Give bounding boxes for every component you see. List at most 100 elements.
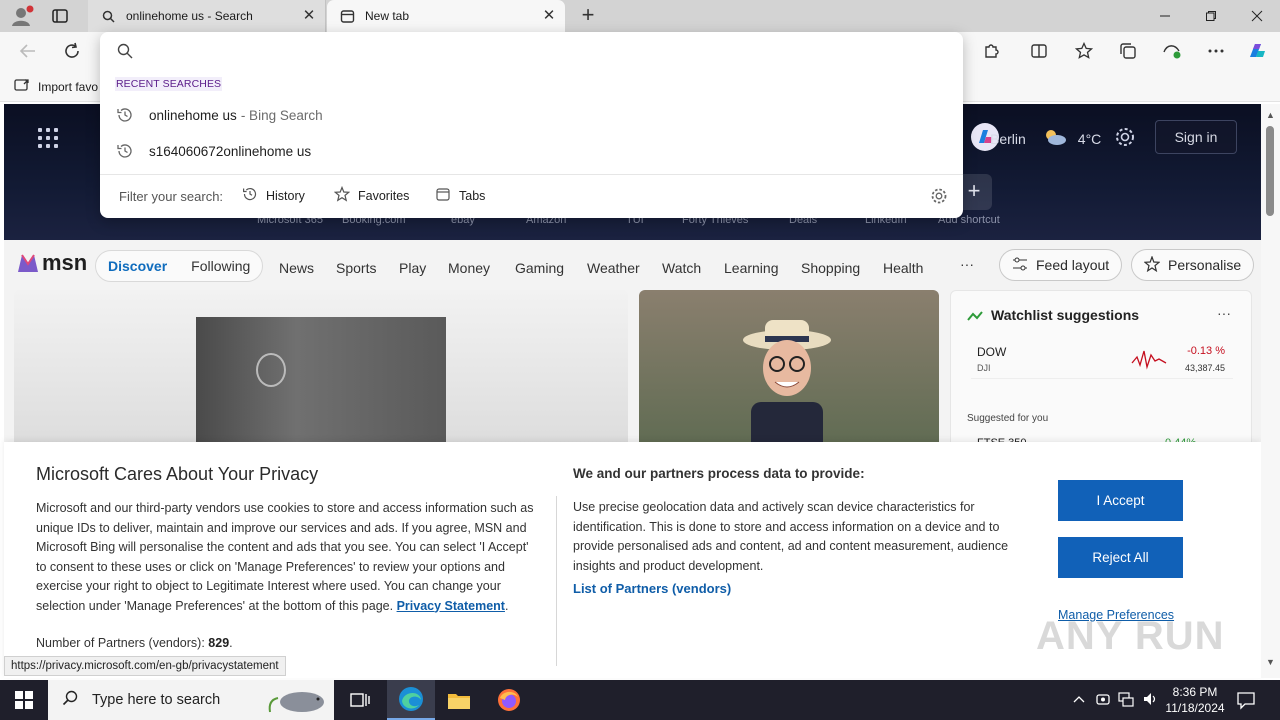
nav-play[interactable]: Play: [399, 260, 426, 276]
news-card-portrait[interactable]: [639, 290, 939, 450]
divider: [100, 174, 963, 175]
accept-button[interactable]: I Accept: [1058, 480, 1183, 521]
history-icon: [242, 186, 258, 205]
personalise-label: Personalise: [1168, 257, 1242, 273]
privacy-statement-link[interactable]: Privacy Statement: [397, 599, 505, 613]
extensions-icon[interactable]: [980, 40, 1002, 62]
tab-bar: onlinehome us - Search ✕ New tab ✕ +: [0, 0, 1280, 32]
refresh-icon[interactable]: [61, 40, 83, 62]
msn-logo[interactable]: msn: [16, 250, 87, 276]
news-card-carousel[interactable]: [14, 290, 628, 450]
firefox-icon[interactable]: [485, 680, 533, 720]
new-tab-button[interactable]: +: [577, 4, 599, 27]
scrollbar-thumb[interactable]: [1266, 126, 1274, 216]
tab-new-tab[interactable]: New tab ✕: [327, 0, 565, 32]
taskbar-clock[interactable]: 8:36 PM 11/18/2024: [1160, 684, 1230, 716]
close-window-button[interactable]: [1234, 0, 1280, 32]
tab-label: onlinehome us - Search: [126, 9, 253, 23]
news-image: [196, 317, 446, 450]
address-bar-input[interactable]: [144, 38, 924, 66]
feed-layout-label: Feed layout: [1036, 257, 1110, 273]
import-icon: [14, 78, 30, 95]
sparkle-star-icon: [1143, 254, 1161, 275]
more-options-icon[interactable]: ···: [1217, 305, 1231, 321]
list-of-partners-link[interactable]: List of Partners (vendors): [573, 581, 731, 596]
windows-taskbar: Type here to search 8:36 PM 11/18/2024: [0, 680, 1280, 720]
hero-user-area: Berlin 4°C: [970, 122, 1101, 155]
tab-label: New tab: [365, 9, 410, 23]
collections-icon[interactable]: [1117, 40, 1139, 62]
temperature-label: 4°C: [1077, 130, 1102, 147]
privacy-body-text: Microsoft and our third-party vendors us…: [36, 501, 534, 613]
nav-watch[interactable]: Watch: [662, 260, 701, 276]
nav-money[interactable]: Money: [448, 260, 490, 276]
stock-row[interactable]: DOW DJI -0.13 % 43,387.45: [971, 341, 1233, 379]
nav-shopping[interactable]: Shopping: [801, 260, 860, 276]
task-view-icon[interactable]: [336, 680, 384, 720]
network-icon[interactable]: [1117, 690, 1135, 708]
filter-tabs-button[interactable]: Tabs: [435, 186, 485, 205]
scroll-down-arrow-icon[interactable]: ▼: [1266, 657, 1275, 667]
nav-sports[interactable]: Sports: [336, 260, 376, 276]
edge-taskbar-icon[interactable]: [387, 680, 435, 720]
tab-following[interactable]: Following: [179, 258, 262, 274]
stock-trend-icon: [967, 309, 983, 321]
filter-tabs-label: Tabs: [459, 188, 486, 203]
nav-health[interactable]: Health: [883, 260, 923, 276]
suggestion-row[interactable]: onlinehome us - Bing Search: [100, 97, 963, 133]
reject-all-button[interactable]: Reject All: [1058, 537, 1183, 578]
close-tab-icon[interactable]: ✕: [301, 8, 317, 24]
import-favorites-button[interactable]: Import favo: [14, 78, 98, 95]
nav-learning[interactable]: Learning: [724, 260, 779, 276]
page-scrollbar[interactable]: ▲ ▼: [1261, 104, 1280, 678]
app-launcher-icon[interactable]: [38, 128, 58, 148]
copilot-icon[interactable]: [1246, 40, 1268, 62]
search-settings-gear-icon[interactable]: [930, 187, 948, 205]
tab-discover[interactable]: Discover: [96, 258, 179, 274]
start-button[interactable]: [0, 680, 48, 720]
volume-icon[interactable]: [1141, 690, 1159, 708]
partners-count-line: Number of Partners (vendors): 829.: [36, 636, 233, 650]
feed-toggle: Discover Following: [95, 250, 264, 282]
suggestion-text: s164060672onlinehome us: [149, 143, 312, 159]
profile-icon[interactable]: [8, 4, 34, 28]
status-bar-url: https://privacy.microsoft.com/en-gb/priv…: [4, 656, 286, 676]
recent-searches-heading: RECENT SEARCHES: [115, 77, 223, 91]
tray-overflow-chevron-icon[interactable]: [1070, 690, 1088, 708]
minimize-button[interactable]: [1142, 0, 1188, 32]
restore-button[interactable]: [1188, 0, 1234, 32]
nav-weather[interactable]: Weather: [587, 260, 640, 276]
settings-gear-icon[interactable]: [1114, 126, 1136, 148]
scroll-up-arrow-icon[interactable]: ▲: [1266, 110, 1275, 120]
back-arrow-icon[interactable]: [17, 40, 39, 62]
address-bar-dropdown: RECENT SEARCHES onlinehome us - Bing Sea…: [100, 32, 963, 218]
filter-history-button[interactable]: History: [242, 186, 305, 205]
notifications-icon[interactable]: [1236, 690, 1256, 710]
privacy-body: Microsoft and our third-party vendors us…: [36, 501, 534, 613]
nav-news[interactable]: News: [279, 260, 314, 276]
purposes-title: We and our partners process data to prov…: [573, 466, 865, 481]
file-explorer-icon[interactable]: [435, 680, 483, 720]
windows-logo-icon: [15, 691, 33, 709]
tab-actions-icon[interactable]: [50, 6, 70, 26]
tab-search[interactable]: onlinehome us - Search ✕: [88, 0, 326, 32]
split-screen-icon[interactable]: [1028, 40, 1050, 62]
favorites-star-icon[interactable]: [1073, 40, 1095, 62]
defender-icon[interactable]: [1094, 690, 1112, 708]
sign-in-button[interactable]: Sign in: [1155, 120, 1237, 154]
feed-layout-button[interactable]: Feed layout: [999, 249, 1123, 281]
suggestion-row[interactable]: s164060672onlinehome us: [100, 133, 963, 169]
close-tab-icon[interactable]: ✕: [541, 8, 557, 24]
personalise-button[interactable]: Personalise: [1131, 249, 1255, 281]
manatee-doodle-icon: [266, 684, 330, 720]
stock-change: -0.13 %: [1187, 345, 1225, 357]
more-options-icon[interactable]: [1205, 40, 1227, 62]
nav-gaming[interactable]: Gaming: [515, 260, 564, 276]
search-icon: [117, 43, 135, 61]
nav-more-button[interactable]: ···: [960, 256, 974, 272]
performance-icon[interactable]: [1161, 40, 1183, 62]
taskbar-search-box[interactable]: Type here to search: [48, 680, 334, 720]
filter-favorites-button[interactable]: Favorites: [333, 185, 409, 205]
stock-exchange: DJI: [977, 363, 991, 373]
suggestion-text: onlinehome us: [149, 107, 237, 123]
